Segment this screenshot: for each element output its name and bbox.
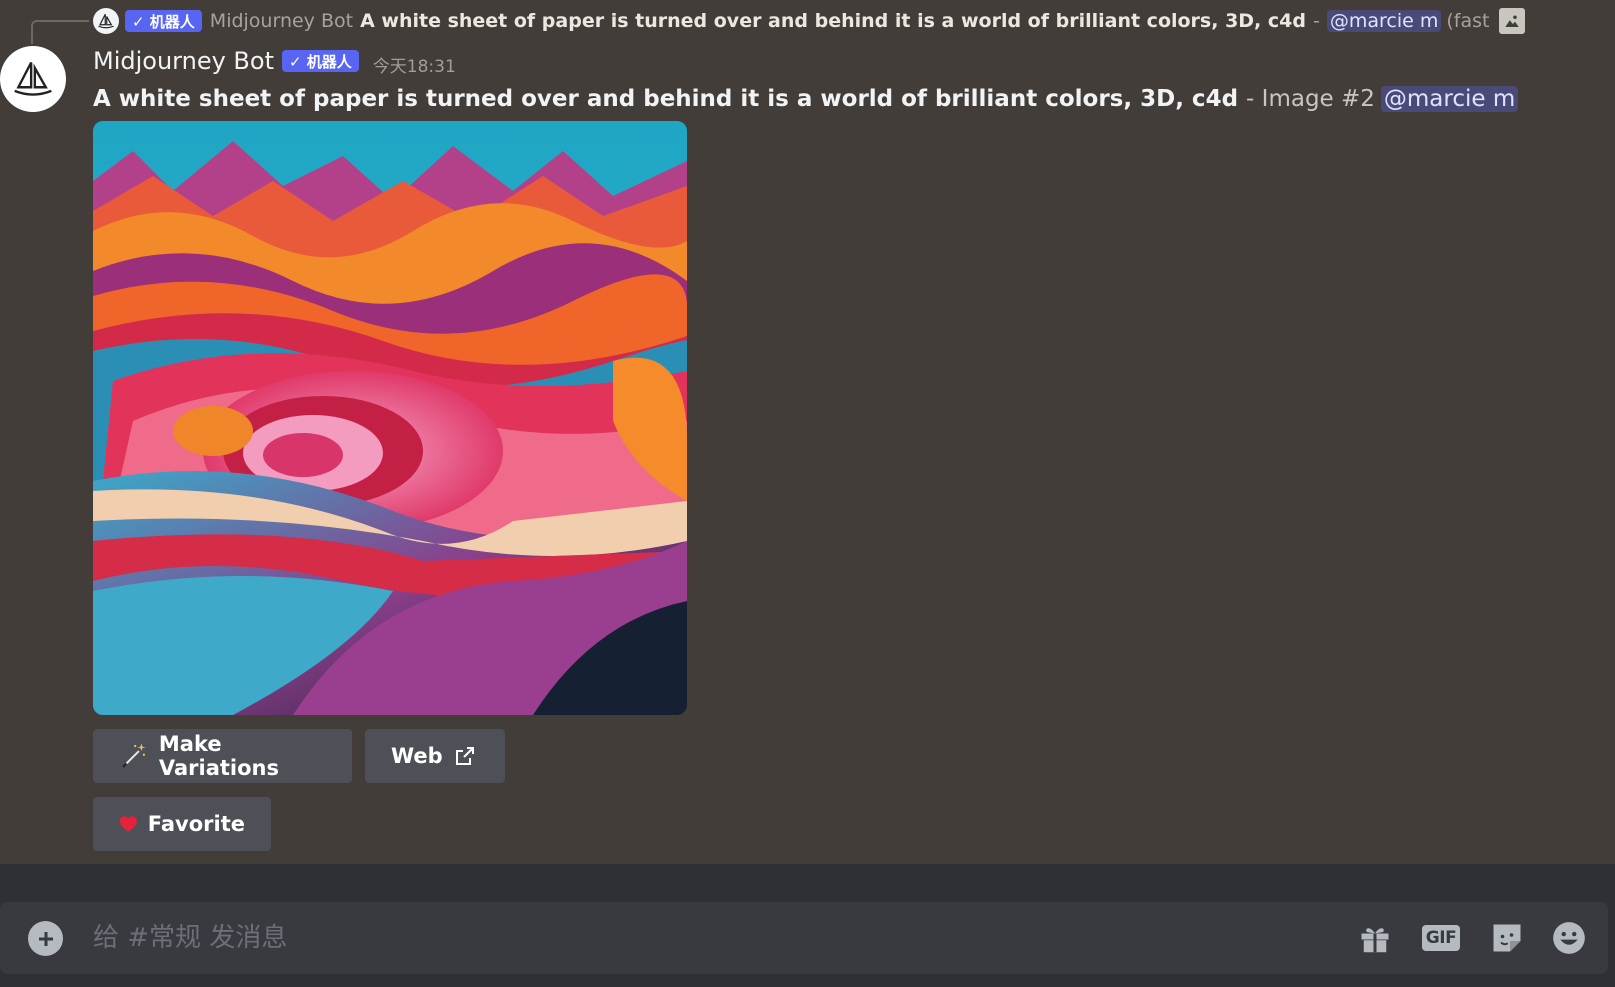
web-label: Web: [391, 744, 443, 768]
message-header: Midjourney Bot ✓ 机器人 今天18:31: [93, 44, 456, 78]
sailboat-icon[interactable]: [93, 8, 119, 34]
avatar[interactable]: [0, 46, 66, 112]
reply-mention[interactable]: @marcie m: [1326, 10, 1442, 32]
reply-connector: [31, 20, 89, 44]
image-index: - Image #2: [1246, 86, 1375, 112]
image-icon[interactable]: [1499, 8, 1526, 34]
reply-separator: -: [1312, 10, 1320, 32]
gif-button[interactable]: GIF: [1421, 918, 1461, 958]
reply-reference[interactable]: ✓ 机器人 Midjourney Bot A white sheet of pa…: [93, 5, 1615, 37]
reply-prompt[interactable]: A white sheet of paper is turned over an…: [360, 10, 1306, 32]
bot-tag: ✓ 机器人: [281, 50, 359, 72]
sticker-icon[interactable]: [1487, 918, 1527, 958]
favorite-label: Favorite: [147, 812, 245, 836]
plus-circle-icon[interactable]: [28, 921, 63, 956]
sailboat-icon: [14, 61, 52, 96]
reply-mode: (fast: [1446, 10, 1490, 32]
heart-icon: [119, 816, 137, 832]
reply-author[interactable]: Midjourney Bot: [210, 10, 353, 32]
message-composer: GIF: [0, 902, 1608, 974]
external-link-icon: [455, 747, 474, 765]
emoji-icon[interactable]: [1549, 918, 1589, 958]
favorite-button[interactable]: Favorite: [93, 797, 271, 851]
paper-art-image: [93, 121, 687, 715]
make-variations-label: Make Variations: [158, 732, 280, 780]
magic-wand-icon: [121, 743, 146, 769]
make-variations-button[interactable]: Make Variations: [93, 729, 352, 783]
message-input[interactable]: [93, 916, 1293, 960]
author-name[interactable]: Midjourney Bot: [93, 47, 274, 75]
prompt-text: A white sheet of paper is turned over an…: [93, 86, 1239, 112]
gif-label: GIF: [1421, 925, 1461, 951]
user-mention[interactable]: @marcie m: [1380, 86, 1519, 112]
message-content: A white sheet of paper is turned over an…: [93, 82, 1519, 116]
web-button[interactable]: Web: [365, 729, 505, 783]
message-list: ✓ 机器人 Midjourney Bot A white sheet of pa…: [0, 0, 1615, 864]
generated-image[interactable]: [93, 121, 687, 715]
timestamp: 今天18:31: [372, 56, 456, 77]
bot-tag: ✓ 机器人: [125, 10, 202, 32]
gift-icon[interactable]: [1355, 918, 1395, 958]
